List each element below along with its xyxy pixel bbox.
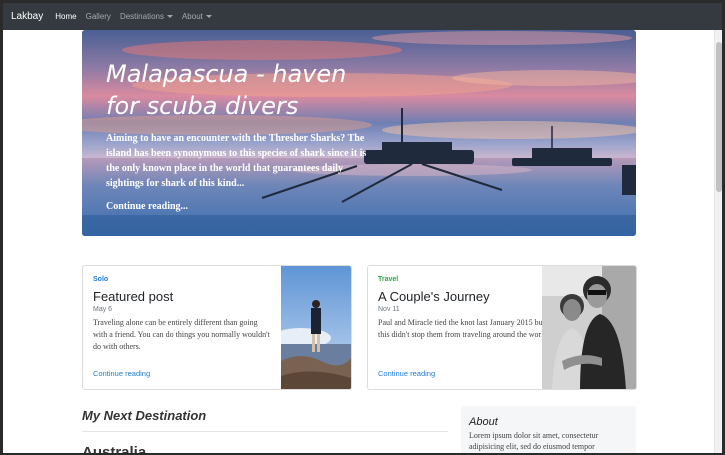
hero-title: Malapascua - haven for scuba divers	[106, 60, 347, 120]
nav-home[interactable]: Home	[55, 12, 76, 21]
post-title: A Couple's Journey	[378, 289, 490, 304]
post-category: Travel	[378, 276, 399, 283]
post-thumbnail-image	[281, 266, 351, 389]
post-date: Nov 11	[378, 306, 400, 313]
about-title: About	[469, 416, 498, 428]
brand-logo[interactable]: Lakbay	[11, 11, 43, 22]
hero-continue-reading-link[interactable]: Continue reading...	[106, 201, 188, 212]
continue-reading-link[interactable]: Continue reading	[93, 369, 150, 378]
nav-about-dropdown[interactable]: About	[182, 12, 212, 21]
section-title: My Next Destination	[82, 408, 207, 423]
destination-title: Australia	[82, 444, 147, 453]
post-excerpt: Paul and Miracle tied the knot last Janu…	[378, 318, 550, 339]
hero-excerpt: Aiming to have an encounter with the Thr…	[106, 133, 367, 189]
browser-viewport: Lakbay Home Gallery Destinations About M…	[3, 3, 722, 453]
nav-destinations-dropdown[interactable]: Destinations	[120, 12, 173, 21]
hero-jumbotron: Malapascua - haven for scuba divers Aimi…	[82, 30, 636, 236]
post-card-travel: Travel A Couple's Journey Nov 11 Paul an…	[367, 265, 637, 390]
continue-reading-link[interactable]: Continue reading	[378, 369, 435, 378]
vertical-scrollbar[interactable]	[714, 30, 722, 453]
caret-down-icon	[205, 15, 212, 18]
about-text: Lorem ipsum dolor sit amet, consectetur …	[469, 431, 599, 451]
post-category: Solo	[93, 276, 109, 283]
post-excerpt: Traveling alone can be entirely differen…	[93, 318, 270, 351]
about-sidebar: About Lorem ipsum dolor sit amet, consec…	[461, 406, 636, 453]
post-date: May 6	[93, 306, 113, 313]
caret-down-icon	[166, 15, 173, 18]
post-title: Featured post	[93, 289, 174, 304]
section-divider	[82, 431, 448, 432]
post-card-featured: Solo Featured post May 6 Traveling alone…	[82, 265, 352, 390]
scrollbar-thumb[interactable]	[716, 42, 722, 192]
nav-gallery[interactable]: Gallery	[86, 12, 111, 21]
top-navbar: Lakbay Home Gallery Destinations About	[3, 3, 722, 30]
post-thumbnail-image	[542, 266, 636, 389]
